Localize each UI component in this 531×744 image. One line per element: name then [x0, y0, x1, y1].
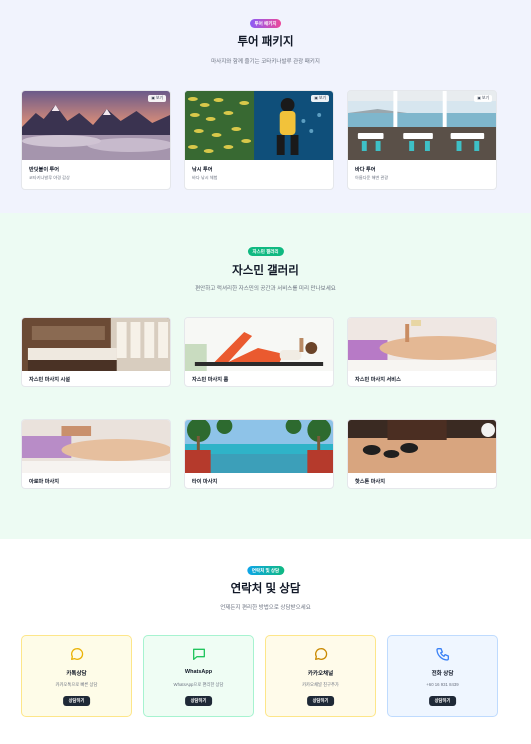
- contact-card-whatsapp: WhatsApp WhatsApp으로 편리한 상담 상담하기: [143, 635, 254, 717]
- gallery-image-massage-facility: [22, 318, 170, 371]
- consult-button[interactable]: 상담하기: [306, 696, 335, 706]
- tour-title: 반딧불이 투어: [29, 167, 60, 173]
- consult-button[interactable]: 상담하기: [184, 696, 213, 706]
- gallery-section: 자스민 갤러리 자스민 갤러리 편안하고 럭셔리한 자스민의 공간과 서비스를 …: [0, 213, 531, 539]
- section-subtitle: 마사지와 함께 즐기는 코타키나발루 관광 패키지: [211, 59, 320, 65]
- contact-title: 전화 상담: [431, 671, 454, 677]
- gallery-item-thai[interactable]: 타이 마사지: [184, 419, 334, 489]
- tour-card-sea[interactable]: ▣ 보기 바다 투어 아름다운 해변 관광: [347, 90, 497, 190]
- message-square-icon: [192, 648, 205, 660]
- section-title: 투어 패키지: [237, 36, 294, 48]
- gallery-image-hot-stone: [348, 420, 496, 473]
- contact-card-phone: 전화 상담 +60 16 931 8439 상담하기: [387, 635, 498, 717]
- contact-desc: 카카오톡으로 빠른 상담: [55, 682, 98, 687]
- view-tag[interactable]: ▣ 보기: [474, 95, 492, 102]
- tour-card-fishing[interactable]: ▣ 보기 낚시 투어 바다 낚시 체험: [184, 90, 334, 190]
- contact-title: 카톡상담: [66, 671, 87, 677]
- gallery-item-aroma[interactable]: 아로마 마사지: [21, 419, 171, 489]
- section-title: 자스민 갤러리: [232, 265, 299, 277]
- gallery-item-title: 아로마 마사지: [29, 479, 60, 485]
- chat-bubble-icon: [314, 647, 327, 660]
- contact-card-kakao-channel: 카카오채널 카카오채널 친구추가 상담하기: [265, 635, 376, 717]
- tour-card-firefly[interactable]: ▣ 보기 반딧불이 투어 코타키나발루 야경 감상: [21, 90, 171, 190]
- contact-card-kakaotalk: 카톡상담 카카오톡으로 빠른 상담 상담하기: [21, 635, 132, 717]
- chat-bubble-icon: [70, 647, 83, 660]
- gallery-image-aroma-massage: [22, 420, 170, 473]
- gallery-image-yoga: [185, 318, 333, 371]
- gallery-item-title: 자스민 마사지 시설: [29, 377, 71, 383]
- gallery-item-title: 자스민 마사지 룸: [192, 377, 229, 383]
- tour-title: 바다 투어: [355, 167, 376, 173]
- gallery-item-hotstone[interactable]: 핫스톤 마사지: [347, 419, 497, 489]
- section-badge: 연락처 및 상담: [246, 566, 285, 575]
- section-title: 연락처 및 상담: [230, 583, 301, 595]
- gallery-image-tropical-resort: [185, 420, 333, 473]
- gallery-image-oil-massage: [348, 318, 496, 371]
- gallery-item-service[interactable]: 자스민 마사지 서비스: [347, 317, 497, 387]
- contact-desc: WhatsApp으로 편리한 상담: [173, 682, 224, 687]
- tour-desc: 아름다운 해변 관광: [355, 175, 389, 180]
- gallery-item-title: 핫스톤 마사지: [355, 479, 386, 485]
- gallery-item-title: 타이 마사지: [192, 479, 218, 485]
- contact-phone-number: +60 16 931 8439: [426, 682, 459, 687]
- contact-section: 연락처 및 상담 연락처 및 상담 언제든지 편리한 방법으로 상담받으세요 카…: [0, 539, 531, 744]
- tour-desc: 코타키나발루 야경 감상: [29, 175, 70, 180]
- view-tag[interactable]: ▣ 보기: [311, 95, 329, 102]
- section-badge: 투어 패키지: [249, 19, 282, 28]
- consult-button[interactable]: 상담하기: [62, 696, 91, 706]
- tour-desc: 바다 낚시 체험: [192, 175, 218, 180]
- section-subtitle: 편안하고 럭셔리한 자스민의 공간과 서비스를 미리 만나보세요: [195, 286, 336, 292]
- gallery-item-facility[interactable]: 자스민 마사지 시설: [21, 317, 171, 387]
- phone-icon: [435, 648, 449, 661]
- contact-title: WhatsApp: [184, 669, 213, 675]
- tour-packages-section: 투어 패키지 투어 패키지 마사지와 함께 즐기는 코타키나발루 관광 패키지 …: [0, 0, 531, 213]
- contact-desc: 카카오채널 친구추가: [302, 682, 339, 687]
- section-badge: 자스민 갤러리: [247, 247, 284, 256]
- section-subtitle: 언제든지 편리한 방법으로 상담받으세요: [220, 605, 311, 611]
- contact-title: 카카오채널: [307, 671, 334, 677]
- view-tag[interactable]: ▣ 보기: [148, 95, 166, 102]
- gallery-item-room[interactable]: 자스민 마사지 룸: [184, 317, 334, 387]
- consult-button[interactable]: 상담하기: [428, 696, 457, 706]
- gallery-item-title: 자스민 마사지 서비스: [355, 377, 401, 383]
- tour-title: 낚시 투어: [192, 167, 213, 173]
